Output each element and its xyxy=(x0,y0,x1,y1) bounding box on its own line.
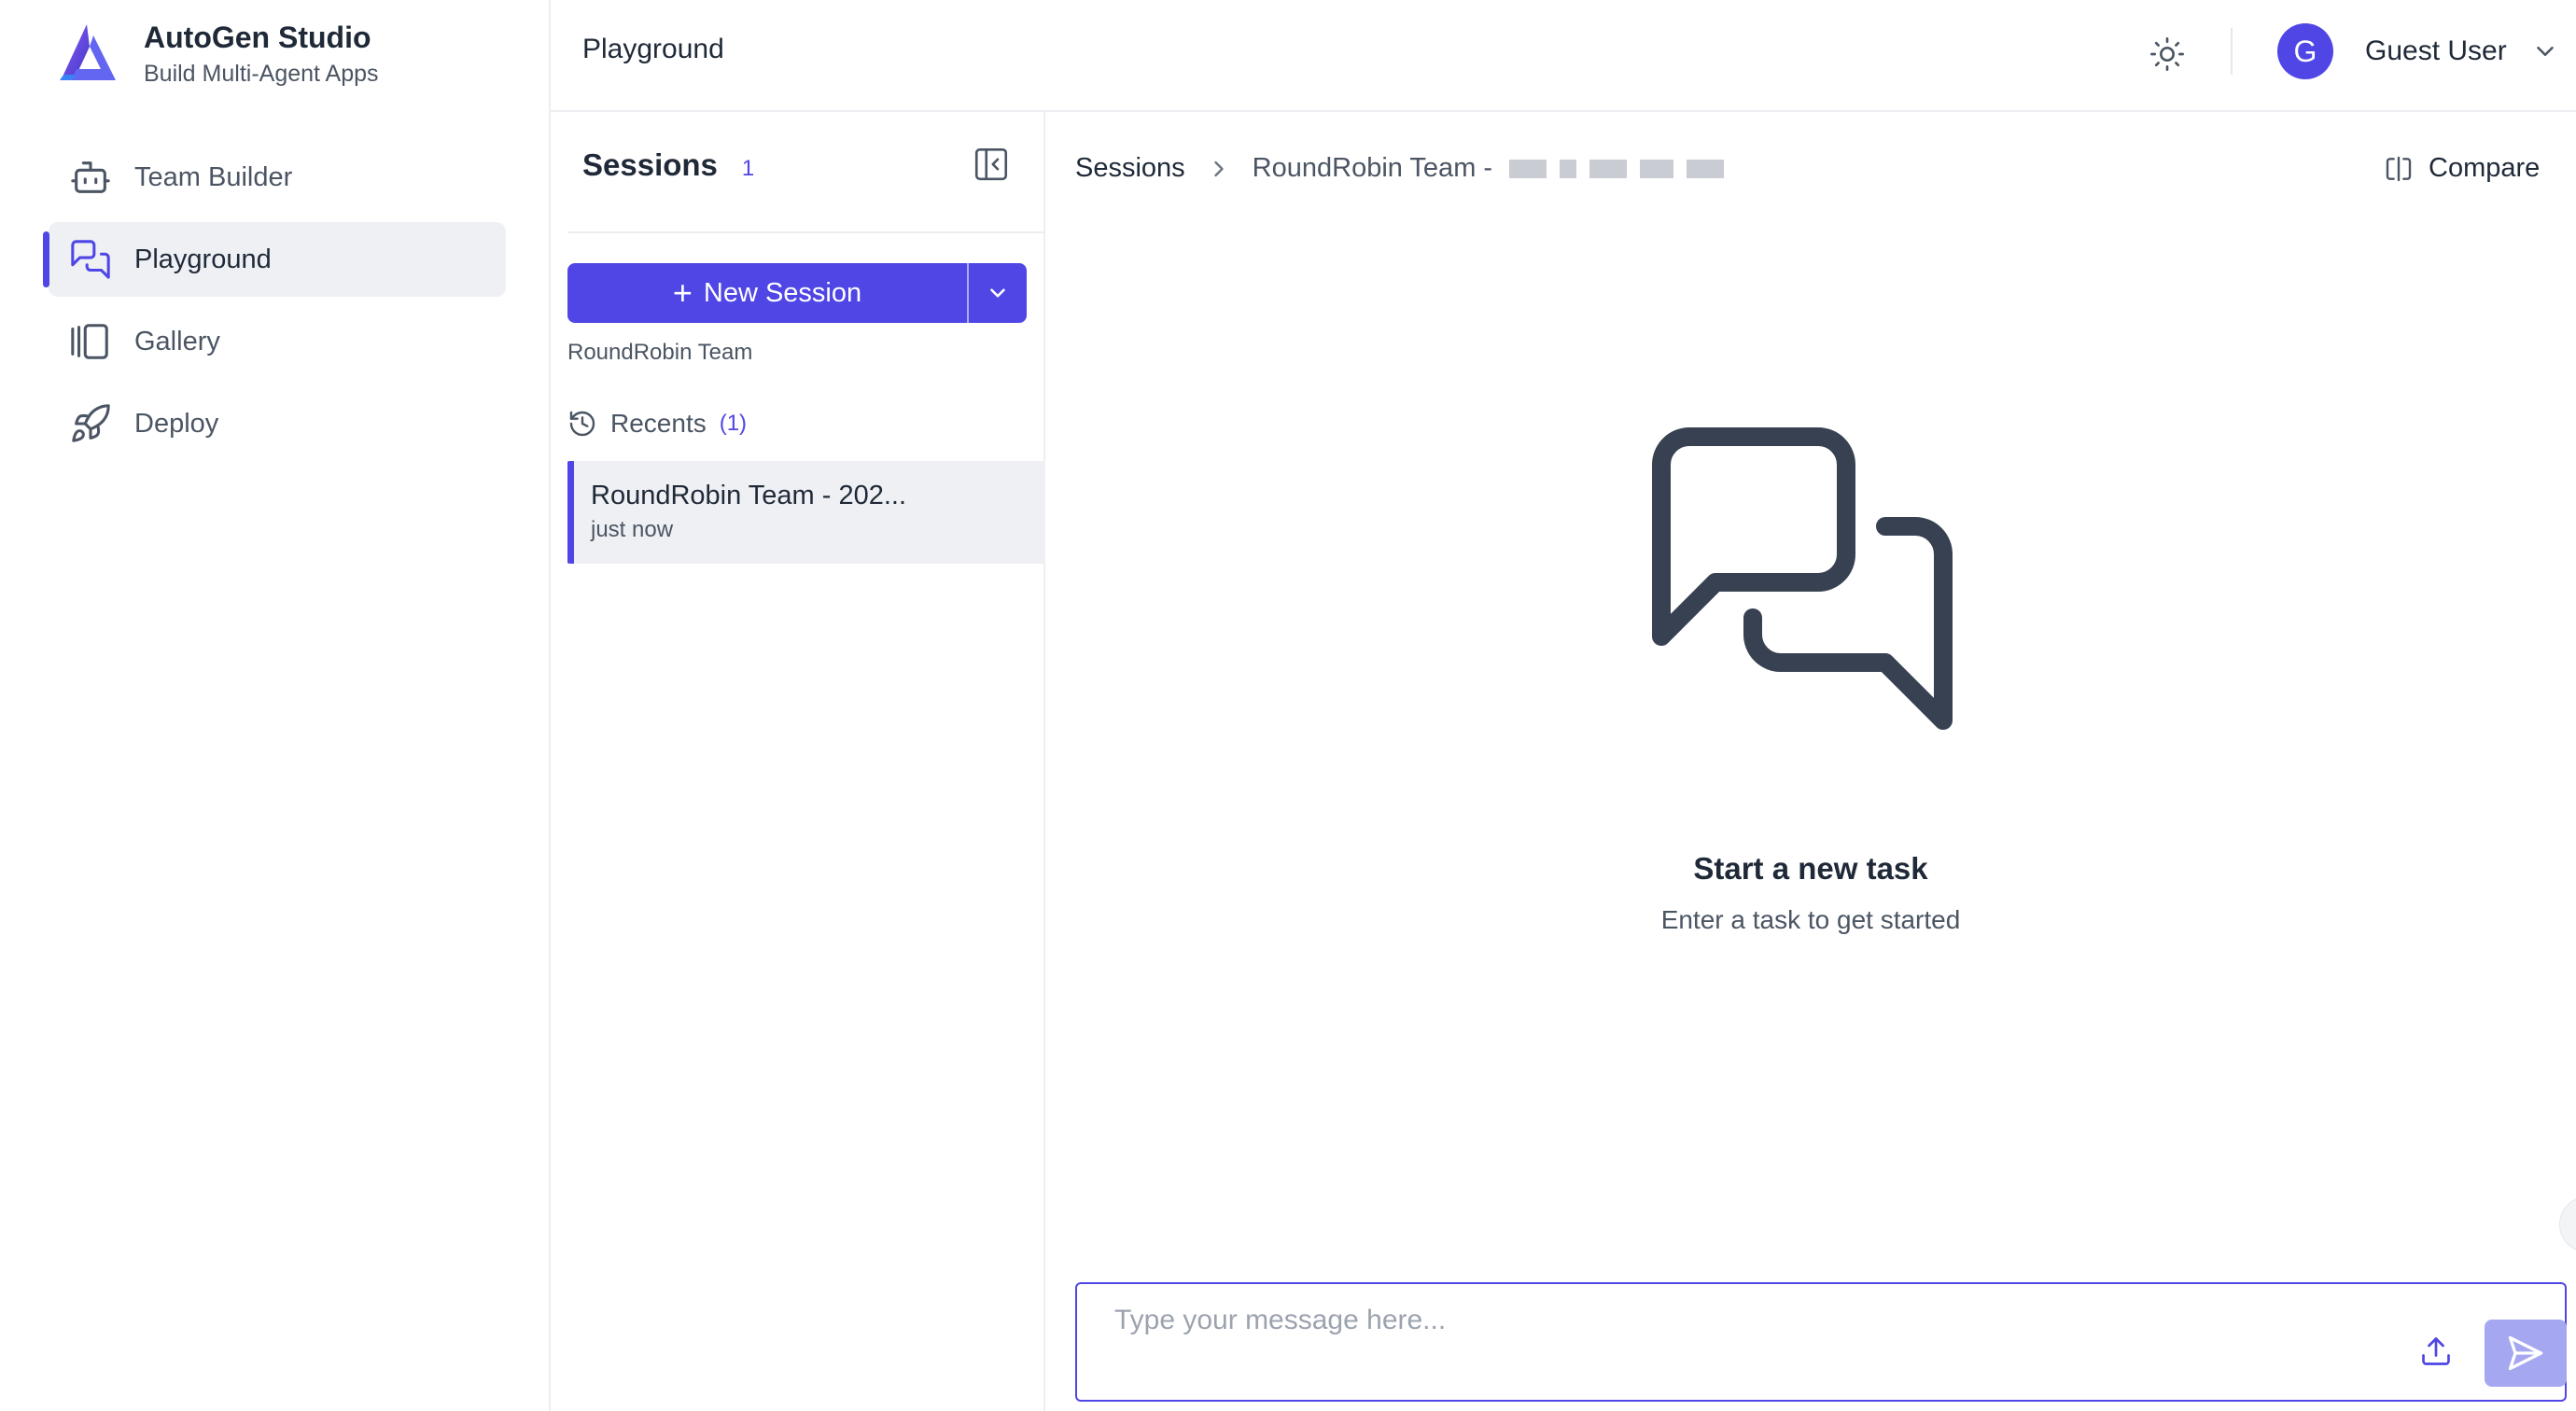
history-icon xyxy=(567,409,597,439)
new-session-button[interactable]: + New Session xyxy=(567,263,967,323)
top-header: Playground G Guest User xyxy=(551,0,2576,112)
brand-subtitle: Build Multi-Agent Apps xyxy=(144,61,379,87)
rocket-icon xyxy=(67,400,114,447)
upload-icon xyxy=(2419,1334,2453,1368)
sun-icon xyxy=(2149,35,2186,73)
new-session-split-button: + New Session xyxy=(567,263,1027,323)
robot-icon xyxy=(67,154,114,201)
redacted-text xyxy=(1509,157,1737,181)
sessions-header: Sessions 1 xyxy=(582,147,754,183)
main-nav: Team Builder Playground Gallery Deploy xyxy=(43,140,506,468)
message-input[interactable] xyxy=(1077,1284,2402,1400)
nav-label: Team Builder xyxy=(134,161,293,192)
nav-label: Gallery xyxy=(134,326,220,356)
upload-button[interactable] xyxy=(2415,1331,2457,1372)
recents-count: (1) xyxy=(719,411,748,436)
nav-item-deploy[interactable]: Deploy xyxy=(49,386,506,461)
gallery-icon xyxy=(67,318,114,365)
new-session-label: New Session xyxy=(703,277,862,308)
nav-label: Deploy xyxy=(134,408,219,439)
brand-title: AutoGen Studio xyxy=(144,21,371,54)
new-session-dropdown-button[interactable] xyxy=(967,263,1027,323)
send-button[interactable] xyxy=(2485,1320,2567,1387)
sessions-title: Sessions xyxy=(582,147,718,182)
theme-toggle-button[interactable] xyxy=(2139,26,2195,82)
breadcrumb-current-session: RoundRobin Team - xyxy=(1252,153,1493,183)
header-divider xyxy=(2231,28,2233,75)
empty-state: Start a new task Enter a task to get sta… xyxy=(1045,383,2576,935)
user-name: Guest User xyxy=(2365,35,2507,66)
divider xyxy=(567,231,1045,233)
chat-bubbles-icon xyxy=(1596,383,2025,812)
session-time: just now xyxy=(591,517,674,542)
session-list-item[interactable]: RoundRobin Team - 202... just now xyxy=(567,461,1045,564)
breadcrumb-sessions-link[interactable]: Sessions xyxy=(1075,153,1185,184)
plus-icon: + xyxy=(672,273,693,312)
nav-label: Playground xyxy=(134,244,272,274)
recents-header: Recents (1) xyxy=(567,409,747,439)
brand: AutoGen Studio Build Multi-Agent Apps xyxy=(56,19,379,90)
message-composer xyxy=(1075,1282,2567,1402)
panel-collapse-icon xyxy=(972,145,1011,184)
sessions-count-badge: 1 xyxy=(741,156,755,181)
avatar: G xyxy=(2277,23,2333,79)
breadcrumb: Sessions RoundRobin Team - xyxy=(1075,153,1737,184)
split-view-icon xyxy=(2384,154,2414,184)
autogen-logo-icon xyxy=(56,21,121,86)
send-icon xyxy=(2505,1333,2546,1374)
empty-state-title: Start a new task xyxy=(1693,851,1928,886)
chevron-down-icon xyxy=(986,281,1010,305)
page-title: Playground xyxy=(582,34,724,64)
chevron-down-icon xyxy=(2531,37,2559,65)
chat-main: Sessions RoundRobin Team - Compare Start… xyxy=(1045,112,2576,1411)
app-sidebar: AutoGen Studio Build Multi-Agent Apps Te… xyxy=(0,0,551,1411)
nav-item-playground[interactable]: Playground xyxy=(43,222,506,297)
collapse-sidebar-button[interactable] xyxy=(971,144,1012,185)
sessions-panel: Sessions 1 + New Session RoundRobin Team… xyxy=(551,112,1045,1411)
compare-button[interactable]: Compare xyxy=(2384,153,2540,184)
nav-item-gallery[interactable]: Gallery xyxy=(49,304,506,379)
selected-team-label: RoundRobin Team xyxy=(567,340,753,365)
recents-label: Recents xyxy=(610,409,707,438)
empty-state-subtitle: Enter a task to get started xyxy=(1660,905,1961,934)
session-name: RoundRobin Team - 202... xyxy=(591,481,907,510)
nav-item-team-builder[interactable]: Team Builder xyxy=(49,140,506,215)
compare-label: Compare xyxy=(2429,153,2541,183)
user-menu[interactable]: G Guest User xyxy=(2277,22,2559,80)
chat-bubbles-icon xyxy=(67,236,114,283)
chevron-right-icon xyxy=(1206,156,1232,182)
